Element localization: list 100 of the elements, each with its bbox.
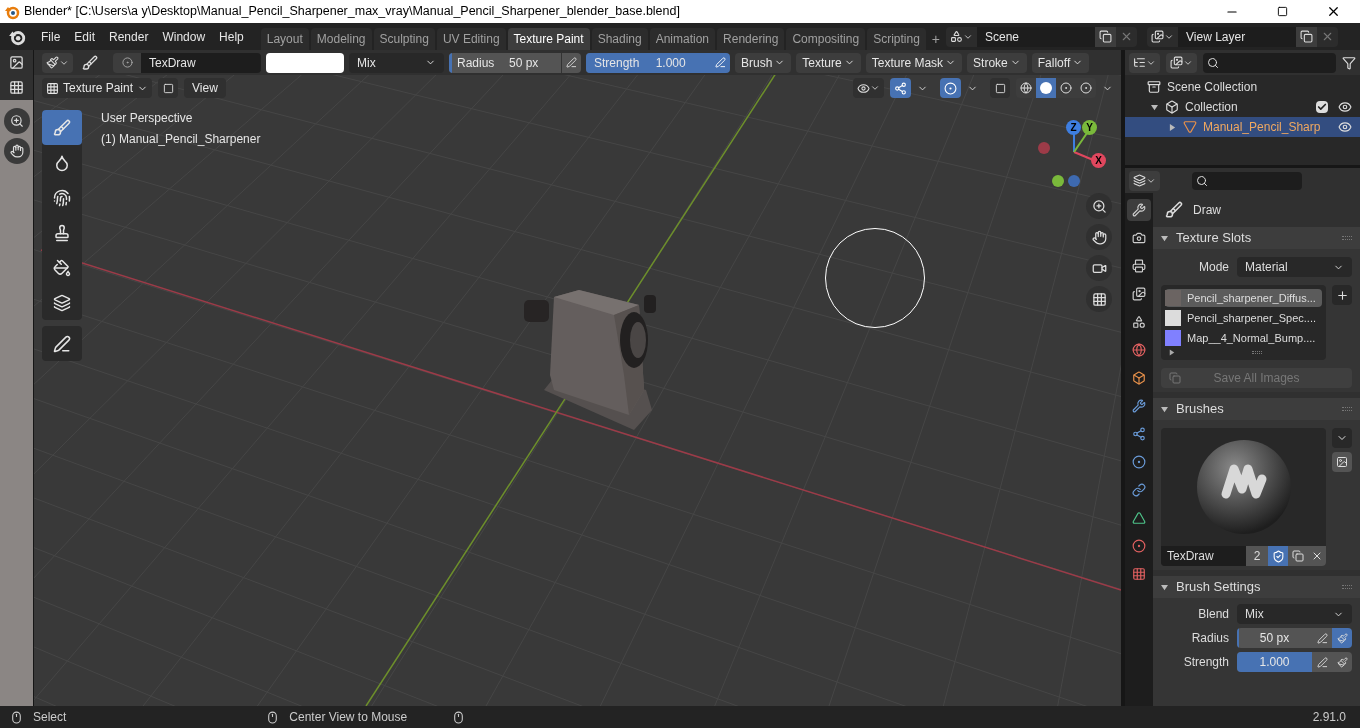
unified-setting-button[interactable] <box>1332 628 1352 648</box>
copy-view-layer-button[interactable] <box>1296 26 1317 47</box>
workspace-tab[interactable]: Texture Paint <box>507 28 590 50</box>
workspace-tab[interactable]: Compositing <box>786 28 866 50</box>
popover-menu[interactable]: Stroke <box>967 52 1027 73</box>
blend-dropdown[interactable]: Mix <box>349 52 444 73</box>
strength-slider[interactable]: Strength 1.000 <box>586 52 710 73</box>
menu-item[interactable]: Render <box>102 27 156 46</box>
workspace-tab[interactable]: UV Editing <box>436 28 506 50</box>
menu-item[interactable]: Help <box>212 27 251 46</box>
zoom-button[interactable] <box>3 108 30 134</box>
eye-icon[interactable] <box>1338 100 1352 114</box>
maximize-icon[interactable] <box>1277 6 1288 17</box>
custom-icon-button[interactable] <box>1332 452 1352 472</box>
brush-name-field[interactable]: TexDraw <box>1161 546 1246 566</box>
workspace-tab[interactable]: Scripting <box>867 28 926 50</box>
mode-dropdown[interactable]: Texture Paint <box>42 78 153 98</box>
radius-slider[interactable]: Radius 50 px <box>449 52 561 73</box>
workspace-tab[interactable]: Layout <box>260 28 309 50</box>
add-slot-button[interactable] <box>1332 285 1352 305</box>
panel-header[interactable]: Texture Slots <box>1153 227 1360 249</box>
exclude-checkbox[interactable] <box>1316 101 1328 113</box>
expand-arrow-icon[interactable] <box>1169 123 1176 131</box>
texture-slot-row[interactable]: Pencil_sharpener_Spec.... <box>1165 309 1322 327</box>
view-menu[interactable]: View <box>184 78 226 98</box>
duplicate-button[interactable] <box>1288 546 1308 566</box>
checker-icon[interactable] <box>9 80 24 95</box>
pressure-button[interactable] <box>561 52 581 73</box>
gizmo-y-axis[interactable]: Y <box>1082 120 1097 135</box>
collapse-arrow-icon[interactable] <box>1161 583 1168 591</box>
close-icon[interactable] <box>1326 4 1341 19</box>
popover-menu[interactable]: Texture Mask <box>865 52 963 73</box>
properties-tab[interactable] <box>1127 199 1151 221</box>
search-field[interactable] <box>1192 171 1302 190</box>
workspace-tab[interactable]: Modeling <box>310 28 372 50</box>
radius-slider[interactable]: 50 px <box>1237 628 1312 648</box>
gizmo-z-axis[interactable]: Z <box>1066 120 1081 135</box>
workspace-tab[interactable]: Animation <box>649 28 716 50</box>
unified-setting-button[interactable] <box>1332 652 1352 672</box>
perspective-toggle-button[interactable] <box>1086 286 1112 312</box>
remove-view-layer-button[interactable] <box>1317 26 1338 47</box>
workspace-tab[interactable]: Sculpting <box>373 28 435 50</box>
menu-item[interactable]: Window <box>155 27 213 46</box>
search-field[interactable] <box>1203 52 1336 73</box>
blend-dropdown[interactable]: Mix <box>1237 604 1352 624</box>
solid-shading-button[interactable] <box>1036 78 1056 98</box>
image-icon[interactable] <box>9 55 24 70</box>
outliner-row[interactable]: Manual_Pencil_Sharp <box>1125 117 1360 137</box>
drag-handle-icon[interactable] <box>1342 236 1352 240</box>
brush-name-field[interactable]: TexDraw <box>141 52 261 73</box>
panel-header[interactable]: Brush Settings <box>1153 576 1360 598</box>
overlay-toggle-button[interactable] <box>940 78 961 98</box>
drag-handle-icon[interactable] <box>1342 407 1352 411</box>
visibility-dropdown[interactable] <box>853 78 884 98</box>
filter-dropdown[interactable] <box>1166 52 1197 73</box>
popover-menu[interactable]: Brush <box>735 52 792 73</box>
panel-header[interactable]: Brushes <box>1153 398 1360 420</box>
scene-selector-button[interactable] <box>946 26 977 47</box>
display-mode-dropdown[interactable] <box>1129 52 1160 73</box>
pan-button[interactable] <box>1086 224 1112 250</box>
gizmo-x-axis[interactable]: X <box>1091 153 1106 168</box>
outliner-row[interactable]: Collection <box>1125 97 1360 117</box>
fake-user-button[interactable] <box>1268 546 1288 566</box>
menu-item[interactable]: File <box>34 27 68 46</box>
color-swatch[interactable] <box>266 52 344 73</box>
zoom-button[interactable] <box>1086 193 1112 219</box>
mode-dropdown[interactable]: Material <box>1237 257 1352 277</box>
outliner-row[interactable]: Scene Collection <box>1125 77 1360 97</box>
resize-handle-icon[interactable] <box>1252 351 1262 354</box>
add-workspace-button[interactable]: + <box>927 28 944 50</box>
camera-view-button[interactable] <box>1086 255 1112 281</box>
wireframe-shading-button[interactable] <box>1016 78 1036 98</box>
xray-button[interactable] <box>990 78 1010 98</box>
view-layer-field[interactable]: View Layer <box>1178 26 1296 47</box>
tool-selector-button[interactable] <box>42 52 73 73</box>
texture-slot-row[interactable]: Pencil_sharpener_Diffus... <box>1165 289 1322 307</box>
pressure-button[interactable] <box>1312 652 1332 672</box>
menu-item[interactable]: Edit <box>67 27 103 46</box>
popover-menu[interactable]: Falloff <box>1031 52 1090 73</box>
mask-toggle-button[interactable] <box>158 78 179 98</box>
pressure-button[interactable] <box>710 52 730 73</box>
rendered-shading-button[interactable] <box>1076 78 1096 98</box>
workspace-tab[interactable]: Rendering <box>717 28 785 50</box>
collapse-button[interactable] <box>1332 428 1352 448</box>
brush-browse-button[interactable] <box>113 52 141 73</box>
gizmo-toggle-button[interactable] <box>890 78 911 98</box>
drag-handle-icon[interactable] <box>1342 585 1352 589</box>
material-shading-button[interactable] <box>1056 78 1076 98</box>
collapse-arrow-icon[interactable] <box>1151 103 1158 111</box>
eye-icon[interactable] <box>1338 120 1352 134</box>
texture-slot-row[interactable]: Map__4_Normal_Bump.... <box>1165 329 1322 347</box>
view-layer-selector-button[interactable] <box>1147 26 1178 47</box>
copy-scene-button[interactable] <box>1095 26 1116 47</box>
strength-slider[interactable]: 1.000 <box>1237 652 1312 672</box>
pan-button[interactable] <box>3 138 30 164</box>
editor-type-dropdown[interactable] <box>1129 170 1160 191</box>
unlink-button[interactable] <box>1308 546 1326 566</box>
collapse-arrow-icon[interactable] <box>1161 234 1168 242</box>
pressure-button[interactable] <box>1312 628 1332 648</box>
filter-icon[interactable] <box>1342 55 1356 70</box>
